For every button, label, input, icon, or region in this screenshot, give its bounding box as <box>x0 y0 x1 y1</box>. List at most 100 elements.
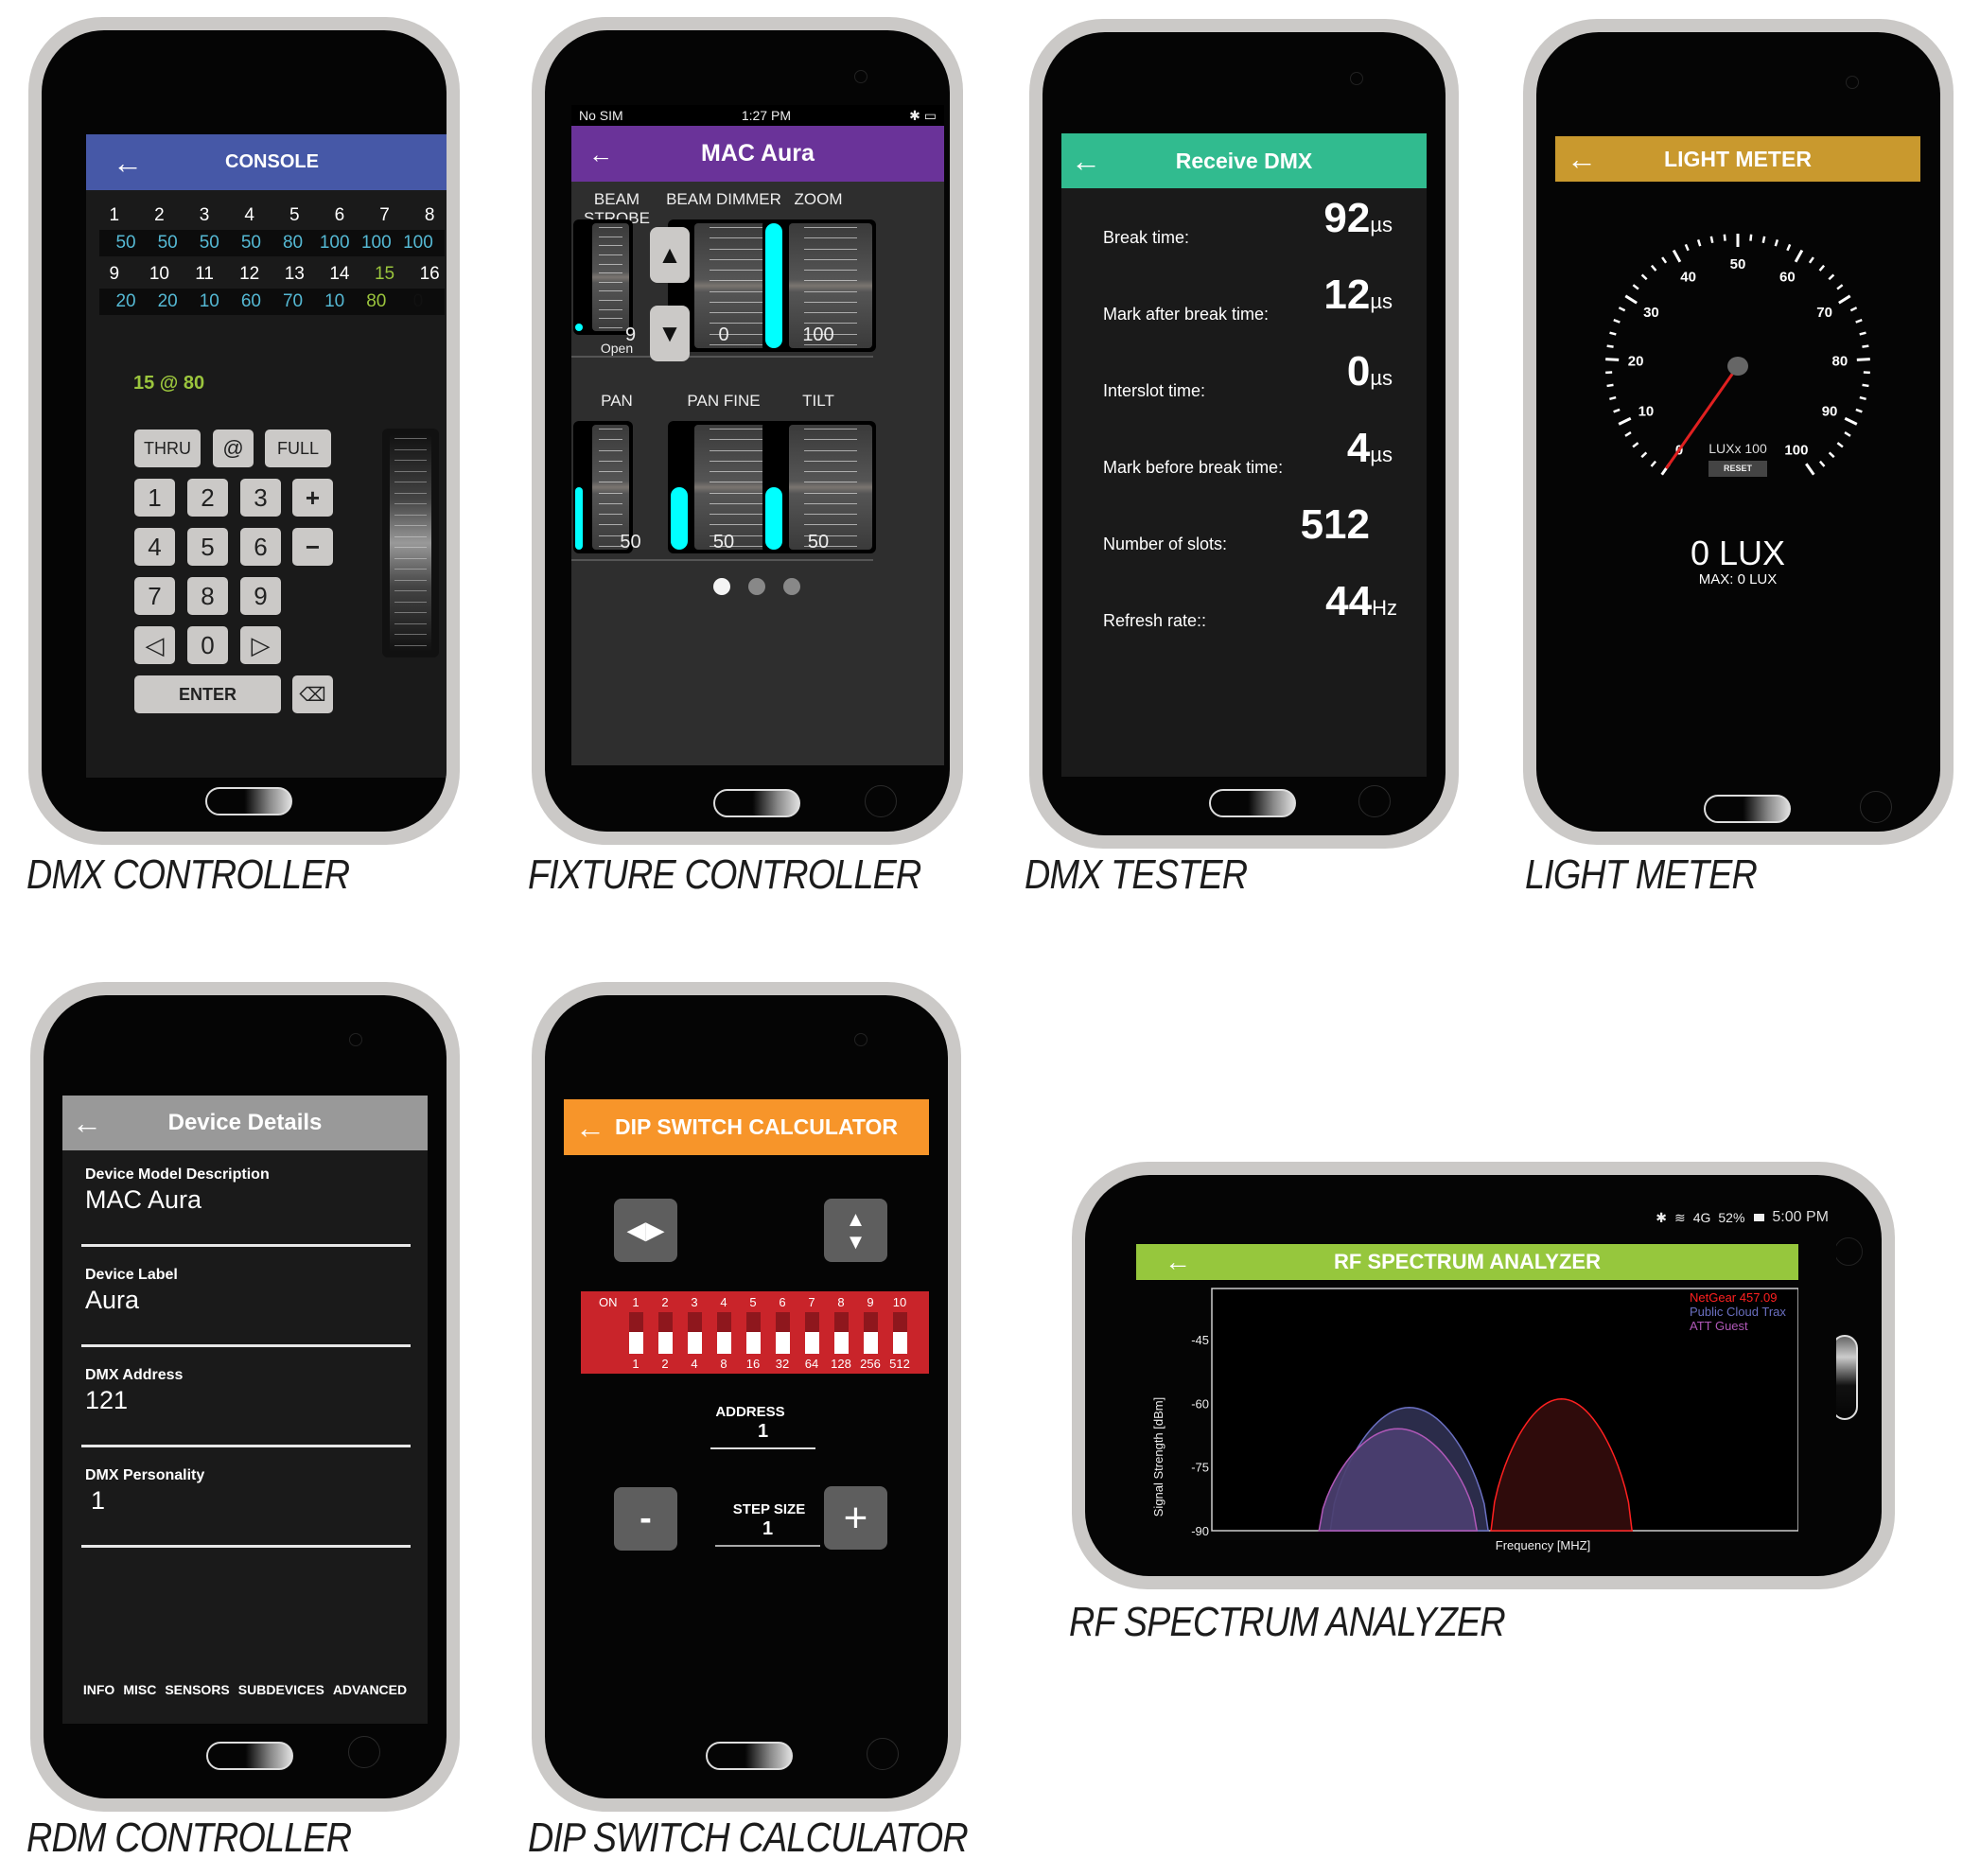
key-3[interactable]: 3 <box>240 479 281 517</box>
channel-number[interactable]: 15 <box>362 264 408 285</box>
back-key[interactable] <box>867 1738 899 1770</box>
master-fader[interactable] <box>382 429 439 657</box>
backspace-button[interactable]: ⌫ <box>292 675 333 713</box>
back-arrow-icon[interactable]: ← <box>588 142 613 167</box>
tab-subdevices[interactable]: SUBDEVICES <box>238 1682 324 1697</box>
channel-number[interactable]: 10 <box>137 264 183 285</box>
channel-fader[interactable] <box>573 219 633 335</box>
gauge-label: 70 <box>1816 305 1832 321</box>
dip-switch[interactable] <box>717 1312 731 1354</box>
channel-number[interactable]: 16 <box>407 264 447 285</box>
fader-handle[interactable] <box>390 434 431 652</box>
channel-number[interactable]: 8 <box>407 205 447 226</box>
dip-switch[interactable] <box>688 1312 702 1354</box>
dip-switch[interactable] <box>746 1312 761 1354</box>
field-value[interactable]: 1 <box>91 1486 105 1516</box>
prev-channel-button[interactable]: ◁ <box>134 626 175 664</box>
channel-number[interactable]: 6 <box>317 205 362 226</box>
page-dot[interactable] <box>713 578 730 595</box>
key-0[interactable]: 0 <box>187 626 228 664</box>
dip-switch[interactable] <box>629 1312 643 1354</box>
fader-handle[interactable] <box>592 223 629 331</box>
back-arrow-icon[interactable]: ← <box>113 148 143 178</box>
home-button[interactable] <box>1209 789 1296 817</box>
channel-number[interactable]: 4 <box>227 205 272 226</box>
reset-button[interactable]: RESET <box>1708 461 1767 477</box>
home-button[interactable] <box>706 1742 793 1770</box>
key-6[interactable]: 6 <box>240 528 281 566</box>
channel-number[interactable]: 5 <box>272 205 318 226</box>
plus-button[interactable]: + <box>292 479 333 517</box>
back-key[interactable] <box>348 1736 380 1768</box>
tab-sensors[interactable]: SENSORS <box>165 1682 229 1697</box>
back-key[interactable] <box>1358 785 1391 817</box>
dip-switch[interactable] <box>834 1312 849 1354</box>
enter-button[interactable]: ENTER <box>134 675 281 713</box>
fader-tick <box>599 524 622 526</box>
dip-switch[interactable] <box>805 1312 819 1354</box>
rdm-screen: ✱ ≋ 4G 52% 5:00 PM ← Device Details Devi… <box>62 1096 428 1724</box>
channel-grid: 1 2 3 4 5 6 7 8 50 50 50 50 80 100 100 100 9 10 11 12 13 14 15… <box>86 202 447 315</box>
step-size-field[interactable]: 1 <box>715 1518 820 1547</box>
field-value[interactable]: Aura <box>85 1286 139 1315</box>
step-down-button[interactable]: ▼ <box>650 306 690 361</box>
field-value[interactable]: MAC Aura <box>85 1185 202 1215</box>
flip-horizontal-button[interactable]: ◀▶ <box>614 1199 677 1262</box>
channel-number[interactable]: 13 <box>272 264 318 285</box>
key-9[interactable]: 9 <box>240 577 281 615</box>
flip-vertical-button[interactable]: ▲ ▼ <box>824 1199 887 1262</box>
key-1[interactable]: 1 <box>134 479 175 517</box>
dip-switch[interactable] <box>776 1312 790 1354</box>
back-arrow-icon[interactable]: ← <box>72 1108 102 1138</box>
clock: 5:00 PM <box>1772 1209 1829 1225</box>
key-2[interactable]: 2 <box>187 479 228 517</box>
dip-switch[interactable] <box>893 1312 907 1354</box>
page-dot[interactable] <box>748 578 765 595</box>
back-arrow-icon[interactable]: ← <box>1567 144 1597 174</box>
back-arrow-icon[interactable]: ← <box>1071 146 1101 176</box>
home-button[interactable] <box>1704 795 1791 823</box>
address-field[interactable]: 1 <box>710 1421 815 1449</box>
back-key[interactable] <box>865 785 897 817</box>
at-button[interactable]: @ <box>213 430 254 467</box>
tab-misc[interactable]: MISC <box>123 1682 156 1697</box>
dip-switch[interactable] <box>658 1312 673 1354</box>
channel-number[interactable]: 14 <box>317 264 362 285</box>
channel-number[interactable]: 2 <box>137 205 183 226</box>
key-5[interactable]: 5 <box>187 528 228 566</box>
fader-tick <box>709 301 763 303</box>
key-7[interactable]: 7 <box>134 577 175 615</box>
fader-tick <box>803 258 858 260</box>
tab-advanced[interactable]: ADVANCED <box>333 1682 407 1697</box>
phone-dmx-controller: ✱ ≋ 4G 52% 5:00 PM ← CONSOLE 12345678505… <box>28 17 460 845</box>
channel-number[interactable]: 7 <box>362 205 408 226</box>
channel-number[interactable]: 9 <box>92 264 137 285</box>
field-value[interactable]: 121 <box>85 1386 128 1415</box>
decrement-button[interactable]: - <box>614 1487 677 1551</box>
tab-info[interactable]: INFO <box>83 1682 114 1697</box>
home-button[interactable] <box>205 787 292 815</box>
minus-button[interactable]: − <box>292 528 333 566</box>
channel-number[interactable]: 1 <box>92 205 137 226</box>
key-8[interactable]: 8 <box>187 577 228 615</box>
increment-button[interactable]: + <box>824 1486 887 1550</box>
thru-button[interactable]: THRU <box>134 430 201 467</box>
app-header: ← Receive DMX <box>1061 133 1427 188</box>
channel-number[interactable]: 3 <box>182 205 227 226</box>
channel-number[interactable]: 12 <box>227 264 272 285</box>
back-arrow-icon[interactable]: ← <box>575 1113 605 1143</box>
channel-number[interactable]: 11 <box>182 264 227 285</box>
gauge-tick <box>1838 294 1851 305</box>
divider <box>761 356 873 358</box>
home-button[interactable] <box>713 789 800 817</box>
key-4[interactable]: 4 <box>134 528 175 566</box>
back-arrow-icon[interactable]: ← <box>1165 1249 1191 1275</box>
page-dot[interactable] <box>783 578 800 595</box>
full-button[interactable]: FULL <box>265 430 331 467</box>
home-button[interactable] <box>206 1742 293 1770</box>
back-key[interactable] <box>1860 791 1892 823</box>
dip-switch[interactable] <box>864 1312 878 1354</box>
metric-value: 92µs <box>1323 195 1393 242</box>
step-up-button[interactable]: ▲ <box>650 227 690 283</box>
next-channel-button[interactable]: ▷ <box>240 626 281 664</box>
